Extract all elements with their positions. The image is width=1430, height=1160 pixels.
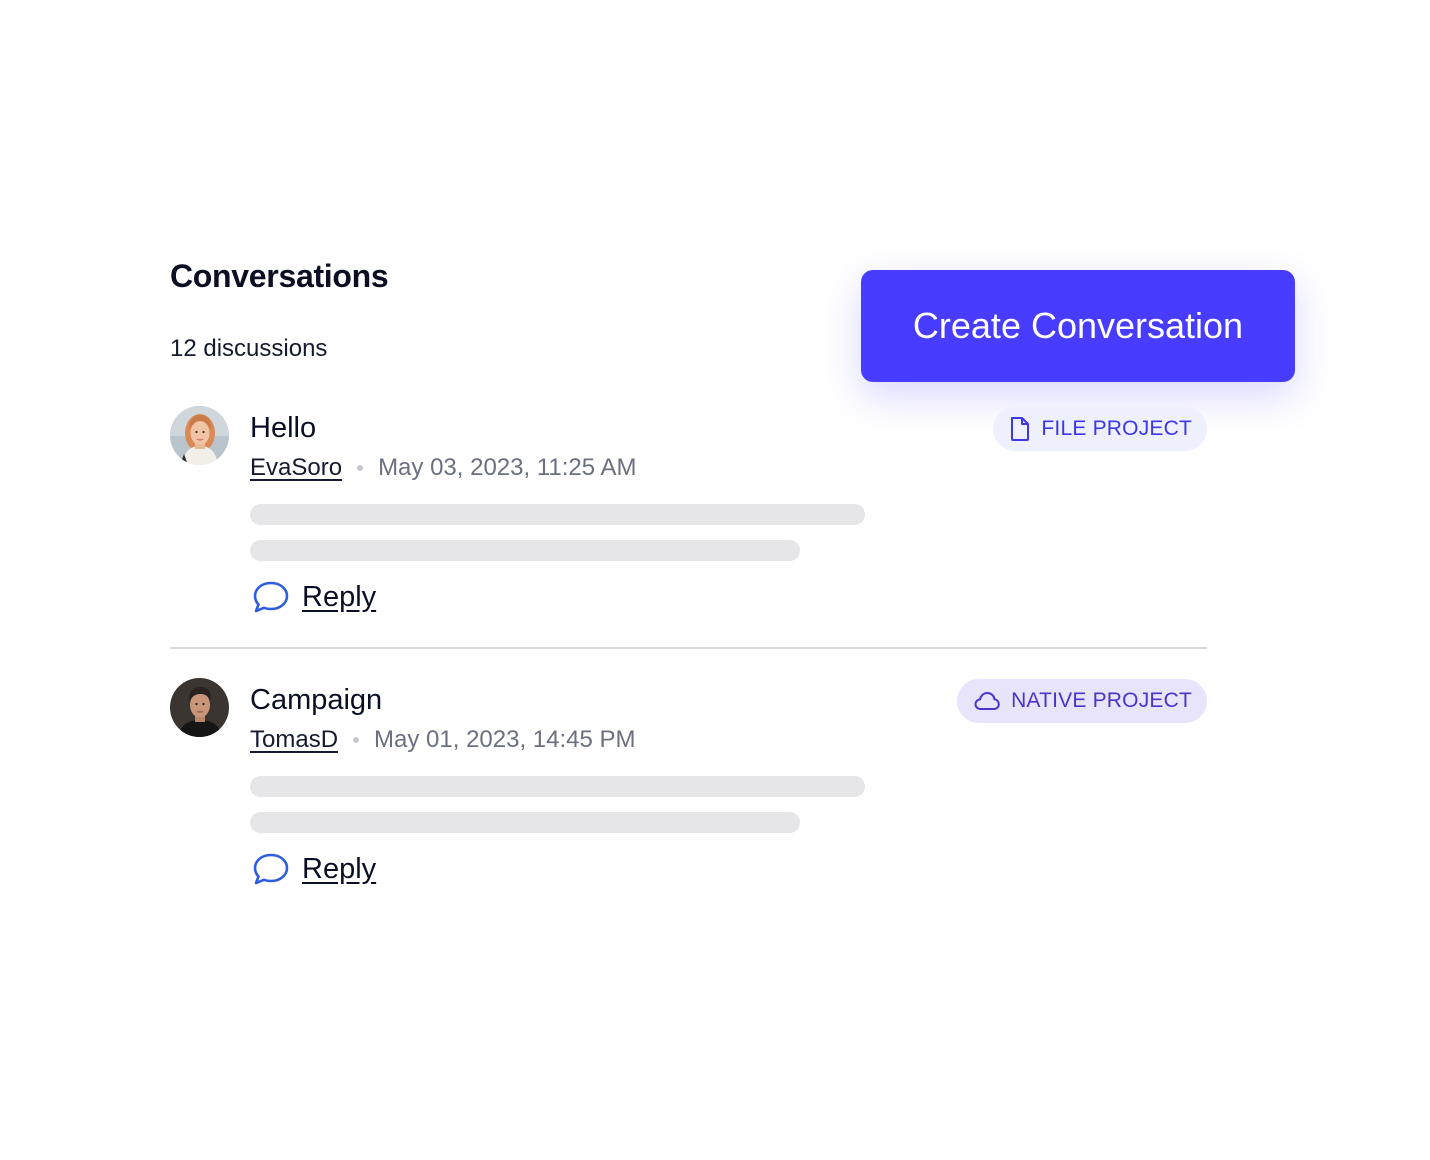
reply-label: Reply [302, 580, 377, 613]
conversation-title: Hello [250, 412, 317, 444]
reply-button[interactable]: Reply [252, 580, 376, 614]
create-conversation-button[interactable]: Create Conversation [861, 270, 1295, 382]
message-skeleton-line [250, 540, 800, 561]
avatar[interactable] [170, 678, 229, 737]
project-type-badge: NATIVE PROJECT [957, 679, 1207, 723]
conversation-meta: TomasD May 01, 2023, 14:45 PM [250, 726, 636, 754]
timestamp: May 01, 2023, 14:45 PM [374, 726, 636, 753]
avatar-man-image [170, 678, 229, 737]
page-title: Conversations [170, 258, 389, 294]
reply-button[interactable]: Reply [252, 852, 376, 886]
message-skeleton-line [250, 504, 865, 525]
discussion-count: 12 discussions [170, 335, 328, 362]
separator-dot [357, 465, 364, 471]
reply-label: Reply [302, 852, 377, 885]
timestamp: May 03, 2023, 11:25 AM [378, 454, 637, 481]
project-type-badge: FILE PROJECT [993, 407, 1207, 451]
file-icon [1011, 417, 1030, 441]
author-link[interactable]: EvaSoro [250, 454, 342, 482]
badge-label: FILE PROJECT [1041, 417, 1192, 440]
message-skeleton-line [250, 812, 800, 833]
author-link[interactable]: TomasD [250, 726, 338, 754]
conversation-title: Campaign [250, 684, 383, 716]
avatar-woman-image [170, 406, 229, 465]
separator-dot [353, 737, 360, 743]
message-skeleton-line [250, 776, 865, 797]
badge-label: NATIVE PROJECT [1011, 689, 1192, 712]
conversation-meta: EvaSoro May 03, 2023, 11:25 AM [250, 454, 636, 482]
cloud-icon [974, 692, 1000, 710]
chat-bubble-icon [253, 581, 289, 613]
conversation-divider [170, 647, 1207, 649]
chat-bubble-icon [253, 853, 289, 885]
avatar[interactable] [170, 406, 229, 465]
